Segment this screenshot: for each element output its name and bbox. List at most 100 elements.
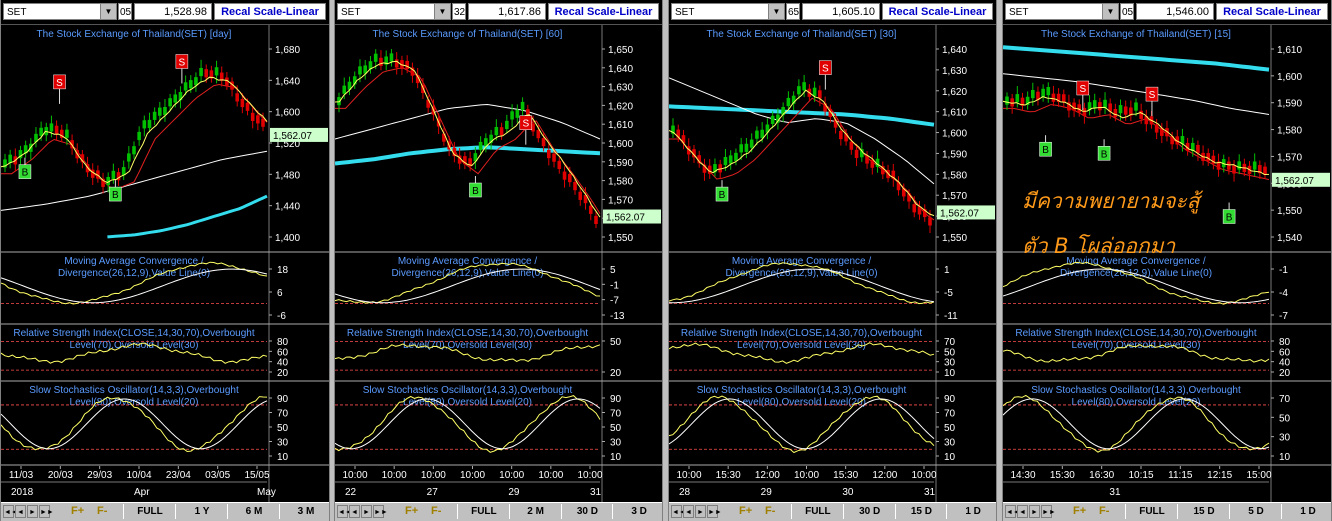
recal-scale-button[interactable]: Recal Scale-Linear	[1216, 3, 1328, 20]
candle	[352, 71, 357, 89]
candle	[1258, 160, 1262, 180]
candle	[671, 118, 675, 138]
next-page-icon[interactable]: ►	[1029, 505, 1040, 518]
range-button[interactable]: 15 D	[894, 504, 948, 519]
range-button[interactable]: 3 D	[612, 504, 665, 519]
chevron-down-icon[interactable]: ▼	[1102, 4, 1118, 19]
zoom-in-button[interactable]: F+	[1073, 504, 1086, 519]
zoom-out-button[interactable]: F-	[431, 504, 441, 519]
symbol-value: SET	[1009, 7, 1029, 18]
stochastic-panel: Slow Stochastics Oscillator(14,3,3),Over…	[335, 385, 622, 463]
prev-page-icon[interactable]: ◄	[15, 505, 26, 518]
zoom-in-button[interactable]: F+	[739, 504, 752, 519]
symbol-value: SET	[7, 7, 27, 18]
prev-page-icon[interactable]: ◄	[1017, 505, 1028, 518]
chevron-down-icon[interactable]: ▼	[100, 4, 116, 19]
range-button[interactable]: 1 D	[1281, 504, 1332, 519]
candle	[347, 76, 352, 96]
indicator-tick-label: 20	[610, 368, 622, 379]
buy-signal-marker: B	[109, 180, 122, 202]
last-page-icon[interactable]: ►►	[373, 505, 388, 518]
candle	[152, 107, 157, 126]
first-page-icon[interactable]: ◄◄	[337, 505, 352, 518]
zoom-in-button[interactable]: F+	[405, 504, 418, 519]
symbol-select[interactable]: SET ▼	[337, 3, 451, 20]
range-button[interactable]: 15 D	[1177, 504, 1230, 519]
date-tick-label: 12:15	[1207, 470, 1232, 481]
field-stub: 05	[118, 3, 132, 20]
range-button[interactable]: 30 D	[842, 504, 896, 519]
buy-signal-marker: B	[1097, 139, 1111, 161]
first-page-icon[interactable]: ◄◄	[671, 505, 686, 518]
chart-canvas[interactable]: The Stock Exchange of Thailand(SET) [day…	[1, 25, 329, 503]
range-button[interactable]: FULL	[791, 504, 844, 519]
date-tick-label: 10:00	[577, 470, 602, 481]
recal-scale-button[interactable]: Recal Scale-Linear	[882, 3, 993, 20]
ma-long-line	[107, 194, 268, 239]
candle	[23, 140, 28, 158]
range-button[interactable]: 6 M	[227, 504, 280, 519]
range-button[interactable]: 30 D	[560, 504, 614, 519]
recal-scale-button[interactable]: Recal Scale-Linear	[548, 3, 659, 20]
ma-fast-line	[335, 60, 601, 218]
symbol-select[interactable]: SET ▼	[3, 3, 117, 20]
range-button[interactable]: 1 D	[946, 504, 999, 519]
date-tick-label: 20/03	[48, 470, 73, 481]
chart-canvas[interactable]: The Stock Exchange of Thailand(SET) [60]…	[335, 25, 662, 503]
candle	[463, 152, 467, 170]
range-button[interactable]: FULL	[123, 504, 176, 519]
prev-page-icon[interactable]: ◄	[683, 505, 694, 518]
zoom-out-button[interactable]: F-	[765, 504, 775, 519]
date-tick-label: 10:00	[382, 470, 407, 481]
sell-signal-marker: S	[519, 115, 533, 145]
next-page-icon[interactable]: ►	[361, 505, 372, 518]
chart-pane: SET ▼ 05 1,528.98 Recal Scale-Linear The Stoc…	[0, 0, 330, 521]
chevron-down-icon[interactable]: ▼	[768, 4, 784, 19]
symbol-select[interactable]: SET ▼	[671, 3, 785, 20]
zoom-out-button[interactable]: F-	[1099, 504, 1109, 519]
candle	[363, 60, 368, 80]
date-tick-label: 10:00	[342, 470, 367, 481]
last-page-icon[interactable]: ►►	[39, 505, 54, 518]
candle	[1036, 86, 1040, 106]
range-button[interactable]: FULL	[457, 504, 510, 519]
chart-title: The Stock Exchange of Thailand(SET) [day…	[37, 29, 232, 40]
candle	[880, 161, 885, 180]
chart-title: The Stock Exchange of Thailand(SET) [60]	[373, 29, 563, 40]
ma-long-line	[1003, 45, 1270, 72]
price-tick-label: 1,400	[275, 233, 300, 244]
first-page-icon[interactable]: ◄◄	[3, 505, 18, 518]
indicator-tick-label: -11	[944, 311, 958, 322]
zoom-out-button[interactable]: F-	[97, 504, 107, 519]
candle	[1098, 97, 1102, 116]
candle	[410, 62, 415, 83]
range-button[interactable]: FULL	[1125, 504, 1178, 519]
range-button[interactable]: 1 Y	[175, 504, 228, 519]
next-page-icon[interactable]: ►	[27, 505, 38, 518]
first-page-icon[interactable]: ◄◄	[1005, 505, 1020, 518]
date-tick-label: 15/05	[244, 470, 269, 481]
chart-canvas[interactable]: The Stock Exchange of Thailand(SET) [30]…	[669, 25, 996, 503]
next-page-icon[interactable]: ►	[695, 505, 706, 518]
indicator-title: Moving Average Convergence /	[64, 256, 204, 267]
buy-signal-marker: B	[715, 180, 729, 202]
candle	[833, 113, 838, 134]
candle	[1252, 153, 1257, 177]
range-button[interactable]: 5 D	[1229, 504, 1282, 519]
chart-canvas[interactable]: The Stock Exchange of Thailand(SET) [15]…	[1003, 25, 1331, 503]
range-button[interactable]: 2 M	[508, 504, 562, 519]
range-button[interactable]: 3 M	[279, 504, 332, 519]
last-page-icon[interactable]: ►►	[707, 505, 722, 518]
svg-text:B: B	[472, 186, 479, 197]
candle	[1025, 91, 1030, 110]
symbol-select[interactable]: SET ▼	[1005, 3, 1119, 20]
recal-scale-button[interactable]: Recal Scale-Linear	[214, 3, 326, 20]
indicator-tick-label: 10	[1279, 452, 1291, 463]
ma-mid-line	[335, 67, 601, 214]
last-page-icon[interactable]: ►►	[1041, 505, 1056, 518]
prev-page-icon[interactable]: ◄	[349, 505, 360, 518]
zoom-in-button[interactable]: F+	[71, 504, 84, 519]
candle	[1237, 154, 1241, 175]
chevron-down-icon[interactable]: ▼	[434, 4, 450, 19]
svg-text:1,562.07: 1,562.07	[606, 213, 645, 224]
